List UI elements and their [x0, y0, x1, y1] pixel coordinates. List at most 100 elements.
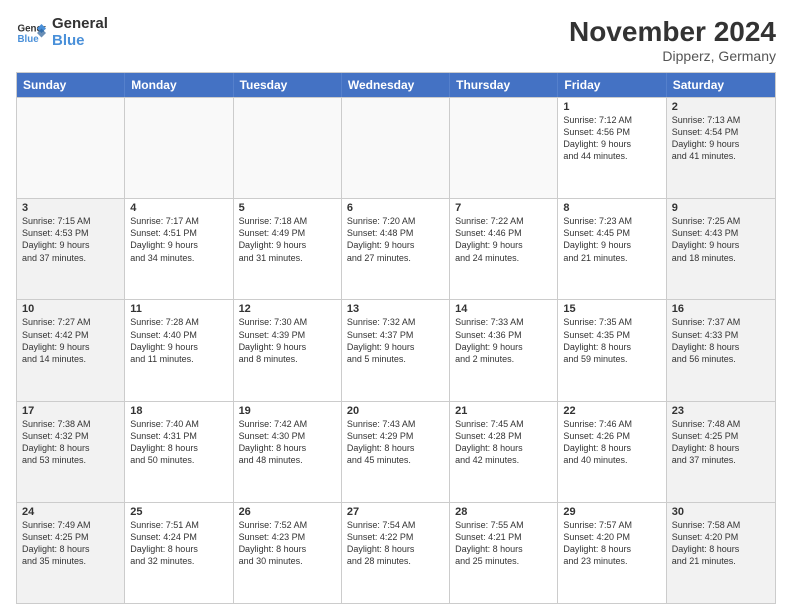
day-info-9: Sunrise: 7:25 AM Sunset: 4:43 PM Dayligh…: [672, 215, 770, 264]
week-row-4: 17Sunrise: 7:38 AM Sunset: 4:32 PM Dayli…: [17, 401, 775, 502]
day-number-9: 9: [672, 202, 770, 214]
day-19: 19Sunrise: 7:42 AM Sunset: 4:30 PM Dayli…: [234, 402, 342, 502]
day-number-28: 28: [455, 506, 552, 518]
day-number-29: 29: [563, 506, 660, 518]
day-2: 2Sunrise: 7:13 AM Sunset: 4:54 PM Daylig…: [667, 98, 775, 198]
day-25: 25Sunrise: 7:51 AM Sunset: 4:24 PM Dayli…: [125, 503, 233, 603]
day-number-5: 5: [239, 202, 336, 214]
day-info-8: Sunrise: 7:23 AM Sunset: 4:45 PM Dayligh…: [563, 215, 660, 264]
day-5: 5Sunrise: 7:18 AM Sunset: 4:49 PM Daylig…: [234, 199, 342, 299]
day-6: 6Sunrise: 7:20 AM Sunset: 4:48 PM Daylig…: [342, 199, 450, 299]
day-info-2: Sunrise: 7:13 AM Sunset: 4:54 PM Dayligh…: [672, 114, 770, 163]
day-info-18: Sunrise: 7:40 AM Sunset: 4:31 PM Dayligh…: [130, 418, 227, 467]
title-area: November 2024 Dipperz, Germany: [569, 16, 776, 64]
day-info-29: Sunrise: 7:57 AM Sunset: 4:20 PM Dayligh…: [563, 519, 660, 568]
day-10: 10Sunrise: 7:27 AM Sunset: 4:42 PM Dayli…: [17, 300, 125, 400]
day-27: 27Sunrise: 7:54 AM Sunset: 4:22 PM Dayli…: [342, 503, 450, 603]
day-number-7: 7: [455, 202, 552, 214]
day-info-16: Sunrise: 7:37 AM Sunset: 4:33 PM Dayligh…: [672, 316, 770, 365]
day-info-14: Sunrise: 7:33 AM Sunset: 4:36 PM Dayligh…: [455, 316, 552, 365]
day-number-26: 26: [239, 506, 336, 518]
day-21: 21Sunrise: 7:45 AM Sunset: 4:28 PM Dayli…: [450, 402, 558, 502]
empty-cell-w0-d3: [342, 98, 450, 198]
calendar-body: 1Sunrise: 7:12 AM Sunset: 4:56 PM Daylig…: [17, 97, 775, 603]
header-tuesday: Tuesday: [234, 73, 342, 97]
day-18: 18Sunrise: 7:40 AM Sunset: 4:31 PM Dayli…: [125, 402, 233, 502]
day-number-15: 15: [563, 303, 660, 315]
day-number-10: 10: [22, 303, 119, 315]
empty-cell-w0-d2: [234, 98, 342, 198]
calendar-header: Sunday Monday Tuesday Wednesday Thursday…: [17, 73, 775, 97]
day-number-18: 18: [130, 405, 227, 417]
day-13: 13Sunrise: 7:32 AM Sunset: 4:37 PM Dayli…: [342, 300, 450, 400]
day-info-6: Sunrise: 7:20 AM Sunset: 4:48 PM Dayligh…: [347, 215, 444, 264]
day-15: 15Sunrise: 7:35 AM Sunset: 4:35 PM Dayli…: [558, 300, 666, 400]
logo-general: General: [52, 16, 108, 33]
week-row-3: 10Sunrise: 7:27 AM Sunset: 4:42 PM Dayli…: [17, 299, 775, 400]
day-number-30: 30: [672, 506, 770, 518]
day-number-2: 2: [672, 101, 770, 113]
day-info-3: Sunrise: 7:15 AM Sunset: 4:53 PM Dayligh…: [22, 215, 119, 264]
empty-cell-w0-d0: [17, 98, 125, 198]
day-info-21: Sunrise: 7:45 AM Sunset: 4:28 PM Dayligh…: [455, 418, 552, 467]
calendar: Sunday Monday Tuesday Wednesday Thursday…: [16, 72, 776, 604]
logo-blue: Blue: [52, 33, 108, 50]
day-number-8: 8: [563, 202, 660, 214]
header: General Blue General Blue November 2024 …: [16, 16, 776, 64]
day-number-17: 17: [22, 405, 119, 417]
week-row-2: 3Sunrise: 7:15 AM Sunset: 4:53 PM Daylig…: [17, 198, 775, 299]
day-14: 14Sunrise: 7:33 AM Sunset: 4:36 PM Dayli…: [450, 300, 558, 400]
page: General Blue General Blue November 2024 …: [0, 0, 792, 612]
day-number-16: 16: [672, 303, 770, 315]
svg-text:Blue: Blue: [18, 34, 40, 45]
day-4: 4Sunrise: 7:17 AM Sunset: 4:51 PM Daylig…: [125, 199, 233, 299]
day-number-22: 22: [563, 405, 660, 417]
day-info-27: Sunrise: 7:54 AM Sunset: 4:22 PM Dayligh…: [347, 519, 444, 568]
day-30: 30Sunrise: 7:58 AM Sunset: 4:20 PM Dayli…: [667, 503, 775, 603]
day-number-19: 19: [239, 405, 336, 417]
day-number-12: 12: [239, 303, 336, 315]
day-12: 12Sunrise: 7:30 AM Sunset: 4:39 PM Dayli…: [234, 300, 342, 400]
header-friday: Friday: [558, 73, 666, 97]
header-thursday: Thursday: [450, 73, 558, 97]
day-number-25: 25: [130, 506, 227, 518]
day-info-19: Sunrise: 7:42 AM Sunset: 4:30 PM Dayligh…: [239, 418, 336, 467]
day-9: 9Sunrise: 7:25 AM Sunset: 4:43 PM Daylig…: [667, 199, 775, 299]
day-info-1: Sunrise: 7:12 AM Sunset: 4:56 PM Dayligh…: [563, 114, 660, 163]
day-20: 20Sunrise: 7:43 AM Sunset: 4:29 PM Dayli…: [342, 402, 450, 502]
month-title: November 2024: [569, 16, 776, 48]
header-sunday: Sunday: [17, 73, 125, 97]
day-16: 16Sunrise: 7:37 AM Sunset: 4:33 PM Dayli…: [667, 300, 775, 400]
day-number-13: 13: [347, 303, 444, 315]
day-info-20: Sunrise: 7:43 AM Sunset: 4:29 PM Dayligh…: [347, 418, 444, 467]
logo: General Blue General Blue: [16, 16, 108, 49]
day-number-20: 20: [347, 405, 444, 417]
day-info-25: Sunrise: 7:51 AM Sunset: 4:24 PM Dayligh…: [130, 519, 227, 568]
day-info-23: Sunrise: 7:48 AM Sunset: 4:25 PM Dayligh…: [672, 418, 770, 467]
week-row-1: 1Sunrise: 7:12 AM Sunset: 4:56 PM Daylig…: [17, 97, 775, 198]
day-number-14: 14: [455, 303, 552, 315]
week-row-5: 24Sunrise: 7:49 AM Sunset: 4:25 PM Dayli…: [17, 502, 775, 603]
day-number-21: 21: [455, 405, 552, 417]
day-11: 11Sunrise: 7:28 AM Sunset: 4:40 PM Dayli…: [125, 300, 233, 400]
empty-cell-w0-d4: [450, 98, 558, 198]
day-8: 8Sunrise: 7:23 AM Sunset: 4:45 PM Daylig…: [558, 199, 666, 299]
day-22: 22Sunrise: 7:46 AM Sunset: 4:26 PM Dayli…: [558, 402, 666, 502]
day-info-24: Sunrise: 7:49 AM Sunset: 4:25 PM Dayligh…: [22, 519, 119, 568]
day-3: 3Sunrise: 7:15 AM Sunset: 4:53 PM Daylig…: [17, 199, 125, 299]
day-info-28: Sunrise: 7:55 AM Sunset: 4:21 PM Dayligh…: [455, 519, 552, 568]
logo-icon: General Blue: [16, 18, 46, 48]
day-number-3: 3: [22, 202, 119, 214]
location: Dipperz, Germany: [569, 48, 776, 64]
day-info-30: Sunrise: 7:58 AM Sunset: 4:20 PM Dayligh…: [672, 519, 770, 568]
day-info-10: Sunrise: 7:27 AM Sunset: 4:42 PM Dayligh…: [22, 316, 119, 365]
day-23: 23Sunrise: 7:48 AM Sunset: 4:25 PM Dayli…: [667, 402, 775, 502]
day-number-6: 6: [347, 202, 444, 214]
day-29: 29Sunrise: 7:57 AM Sunset: 4:20 PM Dayli…: [558, 503, 666, 603]
header-wednesday: Wednesday: [342, 73, 450, 97]
header-saturday: Saturday: [667, 73, 775, 97]
empty-cell-w0-d1: [125, 98, 233, 198]
day-17: 17Sunrise: 7:38 AM Sunset: 4:32 PM Dayli…: [17, 402, 125, 502]
day-info-5: Sunrise: 7:18 AM Sunset: 4:49 PM Dayligh…: [239, 215, 336, 264]
day-number-4: 4: [130, 202, 227, 214]
